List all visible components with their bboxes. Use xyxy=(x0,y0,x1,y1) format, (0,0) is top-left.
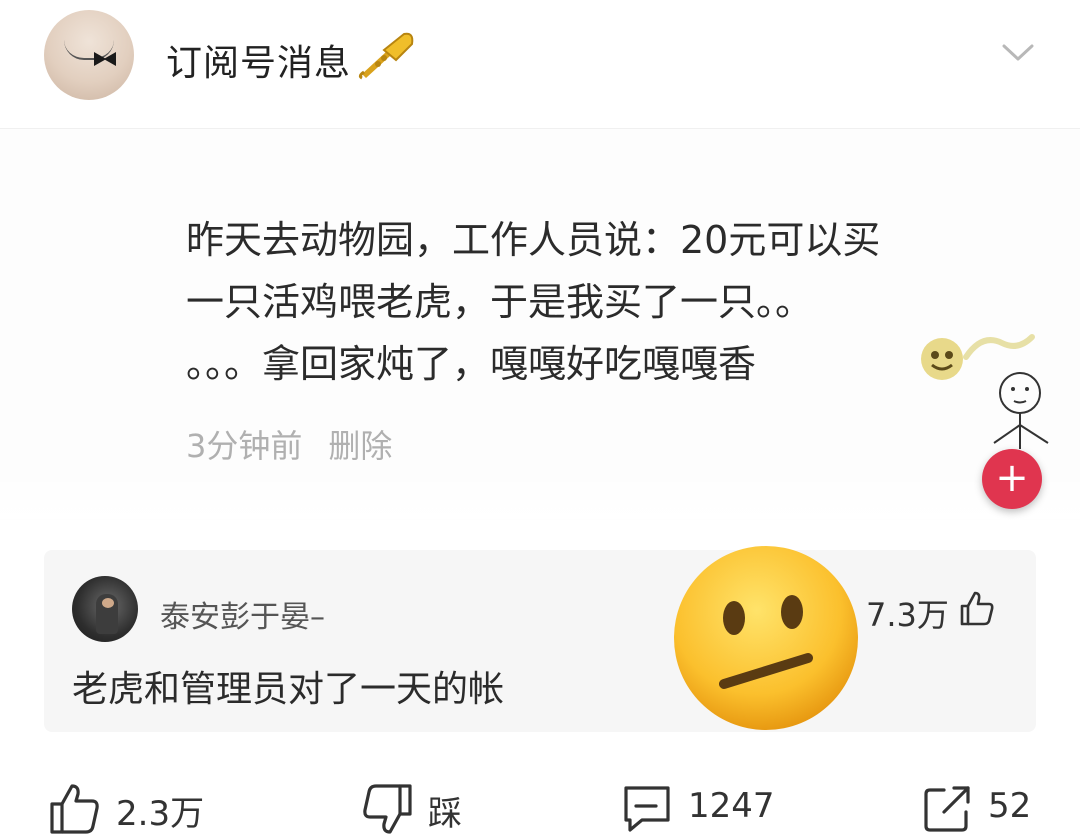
post-line: 昨天去动物园，工作人员说：20元可以买 xyxy=(186,218,881,262)
top-comment[interactable]: 泰安彭于晏– 7.3万 老虎和管理员对了一天的帐 xyxy=(44,550,1036,732)
dislike-label: 踩 xyxy=(428,794,462,834)
comment-text: 老虎和管理员对了一天的帐 xyxy=(72,669,505,710)
avatar-necklace xyxy=(64,40,114,60)
post-delete-link[interactable]: 删除 xyxy=(328,427,392,465)
share-button[interactable]: 52 xyxy=(920,776,1060,836)
grin-emoji-icon xyxy=(921,338,963,380)
action-bar: 2.3万 踩 1247 52 xyxy=(0,770,1080,840)
add-button[interactable]: + xyxy=(982,449,1042,509)
post-line: 一只活鸡喂老虎，于是我买了一只。。 xyxy=(186,280,814,324)
like-count: 2.3万 xyxy=(116,794,205,834)
quoted-post-card: 昨天去动物园，工作人员说：20元可以买 一只活鸡喂老虎，于是我买了一只。。 。。… xyxy=(0,128,1080,521)
share-count: 52 xyxy=(988,786,1032,826)
swirl-decoration-icon xyxy=(963,334,1035,360)
commenter-avatar[interactable] xyxy=(72,576,138,642)
neutral-face-emoji-icon xyxy=(674,546,858,730)
post-line: 。。。拿回家炖了，嘎嘎好吃嘎嘎香 xyxy=(186,342,757,386)
comment-bubble-icon xyxy=(624,786,670,832)
comment-count: 1247 xyxy=(688,786,775,826)
comment-button[interactable]: 1247 xyxy=(620,776,800,836)
avatar-face xyxy=(102,598,114,608)
post-meta: 3分钟前 删除 xyxy=(186,421,418,467)
thumbs-up-icon xyxy=(50,784,99,834)
post-time: 3分钟前 xyxy=(186,427,303,465)
header-title: 订阅号消息 xyxy=(166,43,352,84)
bottom-fade xyxy=(0,469,1080,521)
dislike-button[interactable]: 踩 xyxy=(360,776,500,836)
subscription-header: 订阅号消息 xyxy=(0,0,1080,120)
chevron-down-icon[interactable] xyxy=(1000,40,1036,64)
thumbs-down-icon xyxy=(363,784,412,834)
account-avatar[interactable] xyxy=(44,10,134,100)
like-button[interactable]: 2.3万 xyxy=(48,776,228,836)
trumpet-icon xyxy=(358,32,414,80)
comment-like-count: 7.3万 xyxy=(866,596,949,634)
share-arrow-icon xyxy=(924,786,970,832)
thumbs-up-icon[interactable] xyxy=(958,590,996,628)
post-text: 昨天去动物园，工作人员说：20元可以买 一只活鸡喂老虎，于是我买了一只。。 。。… xyxy=(186,209,1036,395)
commenter-username[interactable]: 泰安彭于晏– xyxy=(160,592,325,636)
